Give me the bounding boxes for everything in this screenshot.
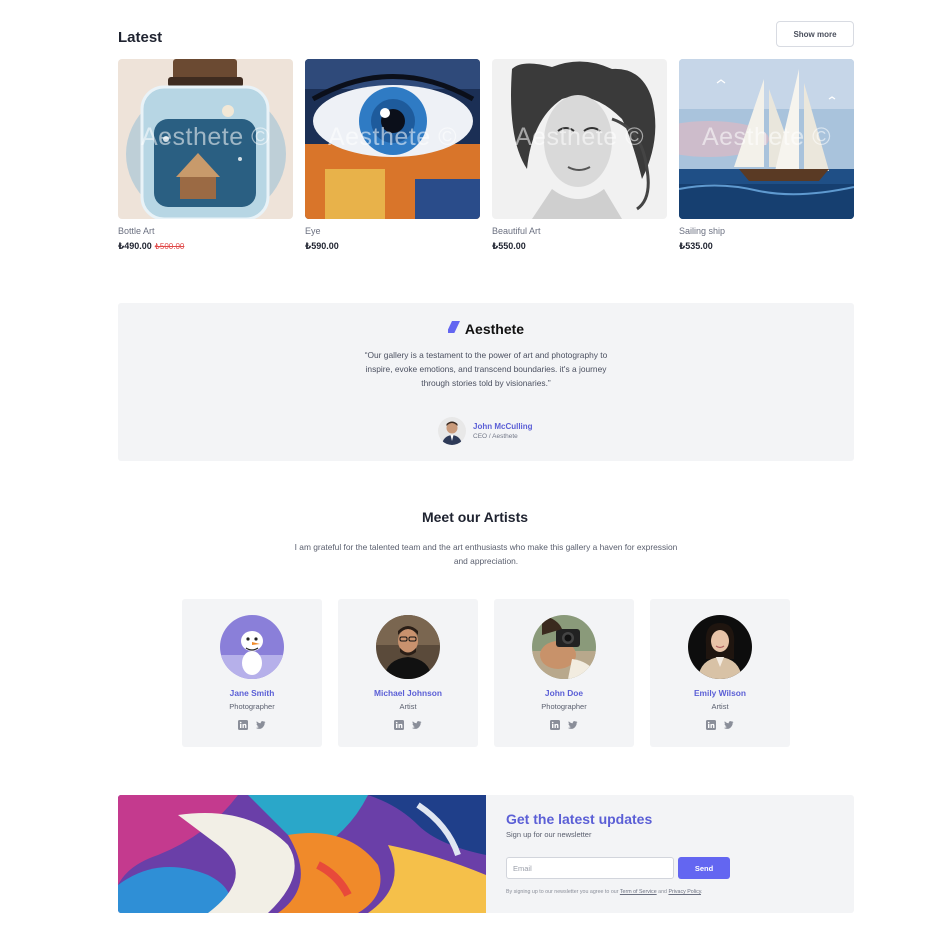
testimonial-author: John McCulling CEO / Aesthete [438,417,533,445]
product-card-sailing-ship[interactable]: Aesthete © Sailing ship ₺535.00 [679,59,854,252]
artist-social-links [650,720,790,730]
avatar [438,417,466,445]
artist-role: Photographer [541,702,587,711]
product-price: ₺490.00 [118,241,152,251]
artist-social-links [182,720,322,730]
artist-card-jane-smith: Jane Smith Photographer [182,599,322,747]
product-image[interactable]: Aesthete © [679,59,854,219]
artist-social-links [338,720,478,730]
brand: Aesthete [118,320,854,338]
author-name[interactable]: John McCulling [473,422,533,431]
twitter-icon[interactable] [568,720,578,730]
product-name: Sailing ship [679,226,726,236]
brand-logo-icon [446,320,460,338]
artist-role: Artist [399,702,417,711]
artist-role: Photographer [229,702,275,711]
artist-card-john-doe: John Doe Photographer [494,599,634,747]
watermark-text: Aesthete © [514,123,645,151]
artist-name[interactable]: Emily Wilson [650,688,790,698]
product-image[interactable]: Aesthete © [305,59,480,219]
product-price: ₺590.00 [305,241,339,251]
product-name: Beautiful Art [492,226,541,236]
artist-role: Artist [711,702,729,711]
legal-text: and [656,889,669,895]
testimonial-quote: “Our gallery is a testament to the power… [364,350,608,388]
testimonial-section: Aesthete “Our gallery is a testament to … [118,303,854,461]
product-price: ₺535.00 [679,241,713,251]
show-more-button[interactable]: Show more [776,21,854,47]
artist-name[interactable]: John Doe [494,688,634,698]
linkedin-icon[interactable] [706,720,716,730]
brand-name: Aesthete [464,321,525,337]
artists-subtitle: I am grateful for the talented team and … [294,542,678,566]
newsletter-image [118,795,486,913]
artist-social-links [494,720,634,730]
artist-card-michael-johnson: Michael Johnson Artist [338,599,478,747]
artists-heading: Meet our Artists [421,509,529,525]
newsletter-subtitle: Sign up for our newsletter [506,830,592,839]
product-old-price: ₺500.00 [154,242,185,251]
twitter-icon[interactable] [724,720,734,730]
twitter-icon[interactable] [256,720,266,730]
artist-photo [376,615,440,679]
linkedin-icon[interactable] [238,720,248,730]
artist-photo [532,615,596,679]
linkedin-icon[interactable] [550,720,560,730]
artist-card-emily-wilson: Emily Wilson Artist [650,599,790,747]
artist-name[interactable]: Jane Smith [182,688,322,698]
legal-text: . [701,889,703,895]
newsletter-title: Get the latest updates [506,811,653,827]
author-role: CEO / Aesthete [473,433,518,440]
newsletter-section: Get the latest updates Sign up for our n… [118,795,854,913]
artist-name[interactable]: Michael Johnson [338,688,478,698]
product-card-bottle-art[interactable]: Aesthete © Bottle Art ₺490.00 ₺500.00 [118,59,293,252]
product-image[interactable]: Aesthete © [492,59,667,219]
watermark-text: Aesthete © [327,123,458,151]
latest-heading: Latest [118,29,163,46]
artist-photo [688,615,752,679]
legal-text: By signing up to our newsletter you agre… [506,889,620,895]
watermark-text: Aesthete © [140,123,271,151]
privacy-link[interactable]: Privacy Policy [668,889,701,895]
product-card-beautiful-art[interactable]: Aesthete © Beautiful Art ₺550.00 [492,59,667,252]
newsletter-legal: By signing up to our newsletter you agre… [506,889,703,895]
artist-photo [220,615,284,679]
terms-link[interactable]: Term of Service [620,889,657,895]
product-name: Bottle Art [118,226,155,236]
linkedin-icon[interactable] [394,720,404,730]
email-field[interactable] [506,857,674,879]
send-button[interactable]: Send [678,857,730,879]
product-image[interactable]: Aesthete © [118,59,293,219]
twitter-icon[interactable] [412,720,422,730]
watermark-text: Aesthete © [701,123,832,151]
product-name: Eye [305,226,321,236]
product-price: ₺550.00 [492,241,526,251]
product-card-eye[interactable]: Aesthete © Eye ₺590.00 [305,59,480,252]
